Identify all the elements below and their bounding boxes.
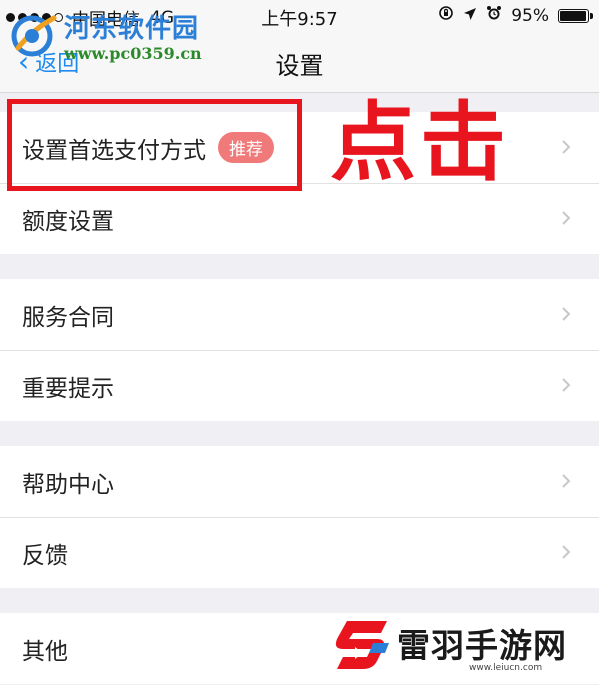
highlight-box	[7, 99, 302, 191]
chevron-right-icon	[562, 545, 571, 559]
chevron-right-icon	[562, 307, 571, 321]
chevron-right-icon	[562, 474, 571, 488]
battery-icon	[558, 8, 593, 23]
list-item-service-contract[interactable]: 服务合同	[0, 279, 599, 350]
row-label: 反馈	[22, 542, 68, 569]
list-item-limit-settings[interactable]: 额度设置	[0, 183, 599, 254]
battery-percent: 95%	[511, 5, 549, 26]
list-item-feedback[interactable]: 反馈	[0, 517, 599, 588]
row-label: 重要提示	[22, 375, 114, 402]
watermark-bottom-name: 雷羽手游网	[397, 626, 567, 665]
watermark-logo-icon	[8, 10, 60, 66]
list-item-help-center[interactable]: 帮助中心	[0, 446, 599, 517]
chevron-right-icon	[562, 140, 571, 154]
rotation-lock-icon	[438, 5, 454, 26]
settings-section-contract: 服务合同 重要提示	[0, 279, 599, 421]
alarm-icon	[486, 5, 502, 26]
location-arrow-icon	[463, 6, 477, 26]
row-label: 服务合同	[22, 304, 114, 331]
settings-section-help: 帮助中心 反馈	[0, 446, 599, 588]
chevron-right-icon	[562, 211, 571, 225]
row-label: 额度设置	[22, 208, 114, 235]
watermark-top: 河东软件园 www.pc0359.cn	[4, 6, 214, 66]
watermark-name: 河东软件园	[64, 14, 200, 44]
click-annotation: 点击	[330, 93, 510, 193]
status-icons: 95%	[438, 5, 593, 26]
row-label: 其他	[22, 638, 68, 665]
watermark-bottom-url: www.leiucn.com	[469, 663, 543, 673]
row-label: 帮助中心	[22, 471, 114, 498]
list-item-important-notice[interactable]: 重要提示	[0, 350, 599, 421]
chevron-right-icon	[562, 378, 571, 392]
watermark-bottom: 雷羽手游网 www.leiucn.com	[333, 615, 585, 677]
watermark-bottom-logo-icon	[333, 617, 391, 677]
watermark-url: www.pc0359.cn	[64, 44, 202, 63]
